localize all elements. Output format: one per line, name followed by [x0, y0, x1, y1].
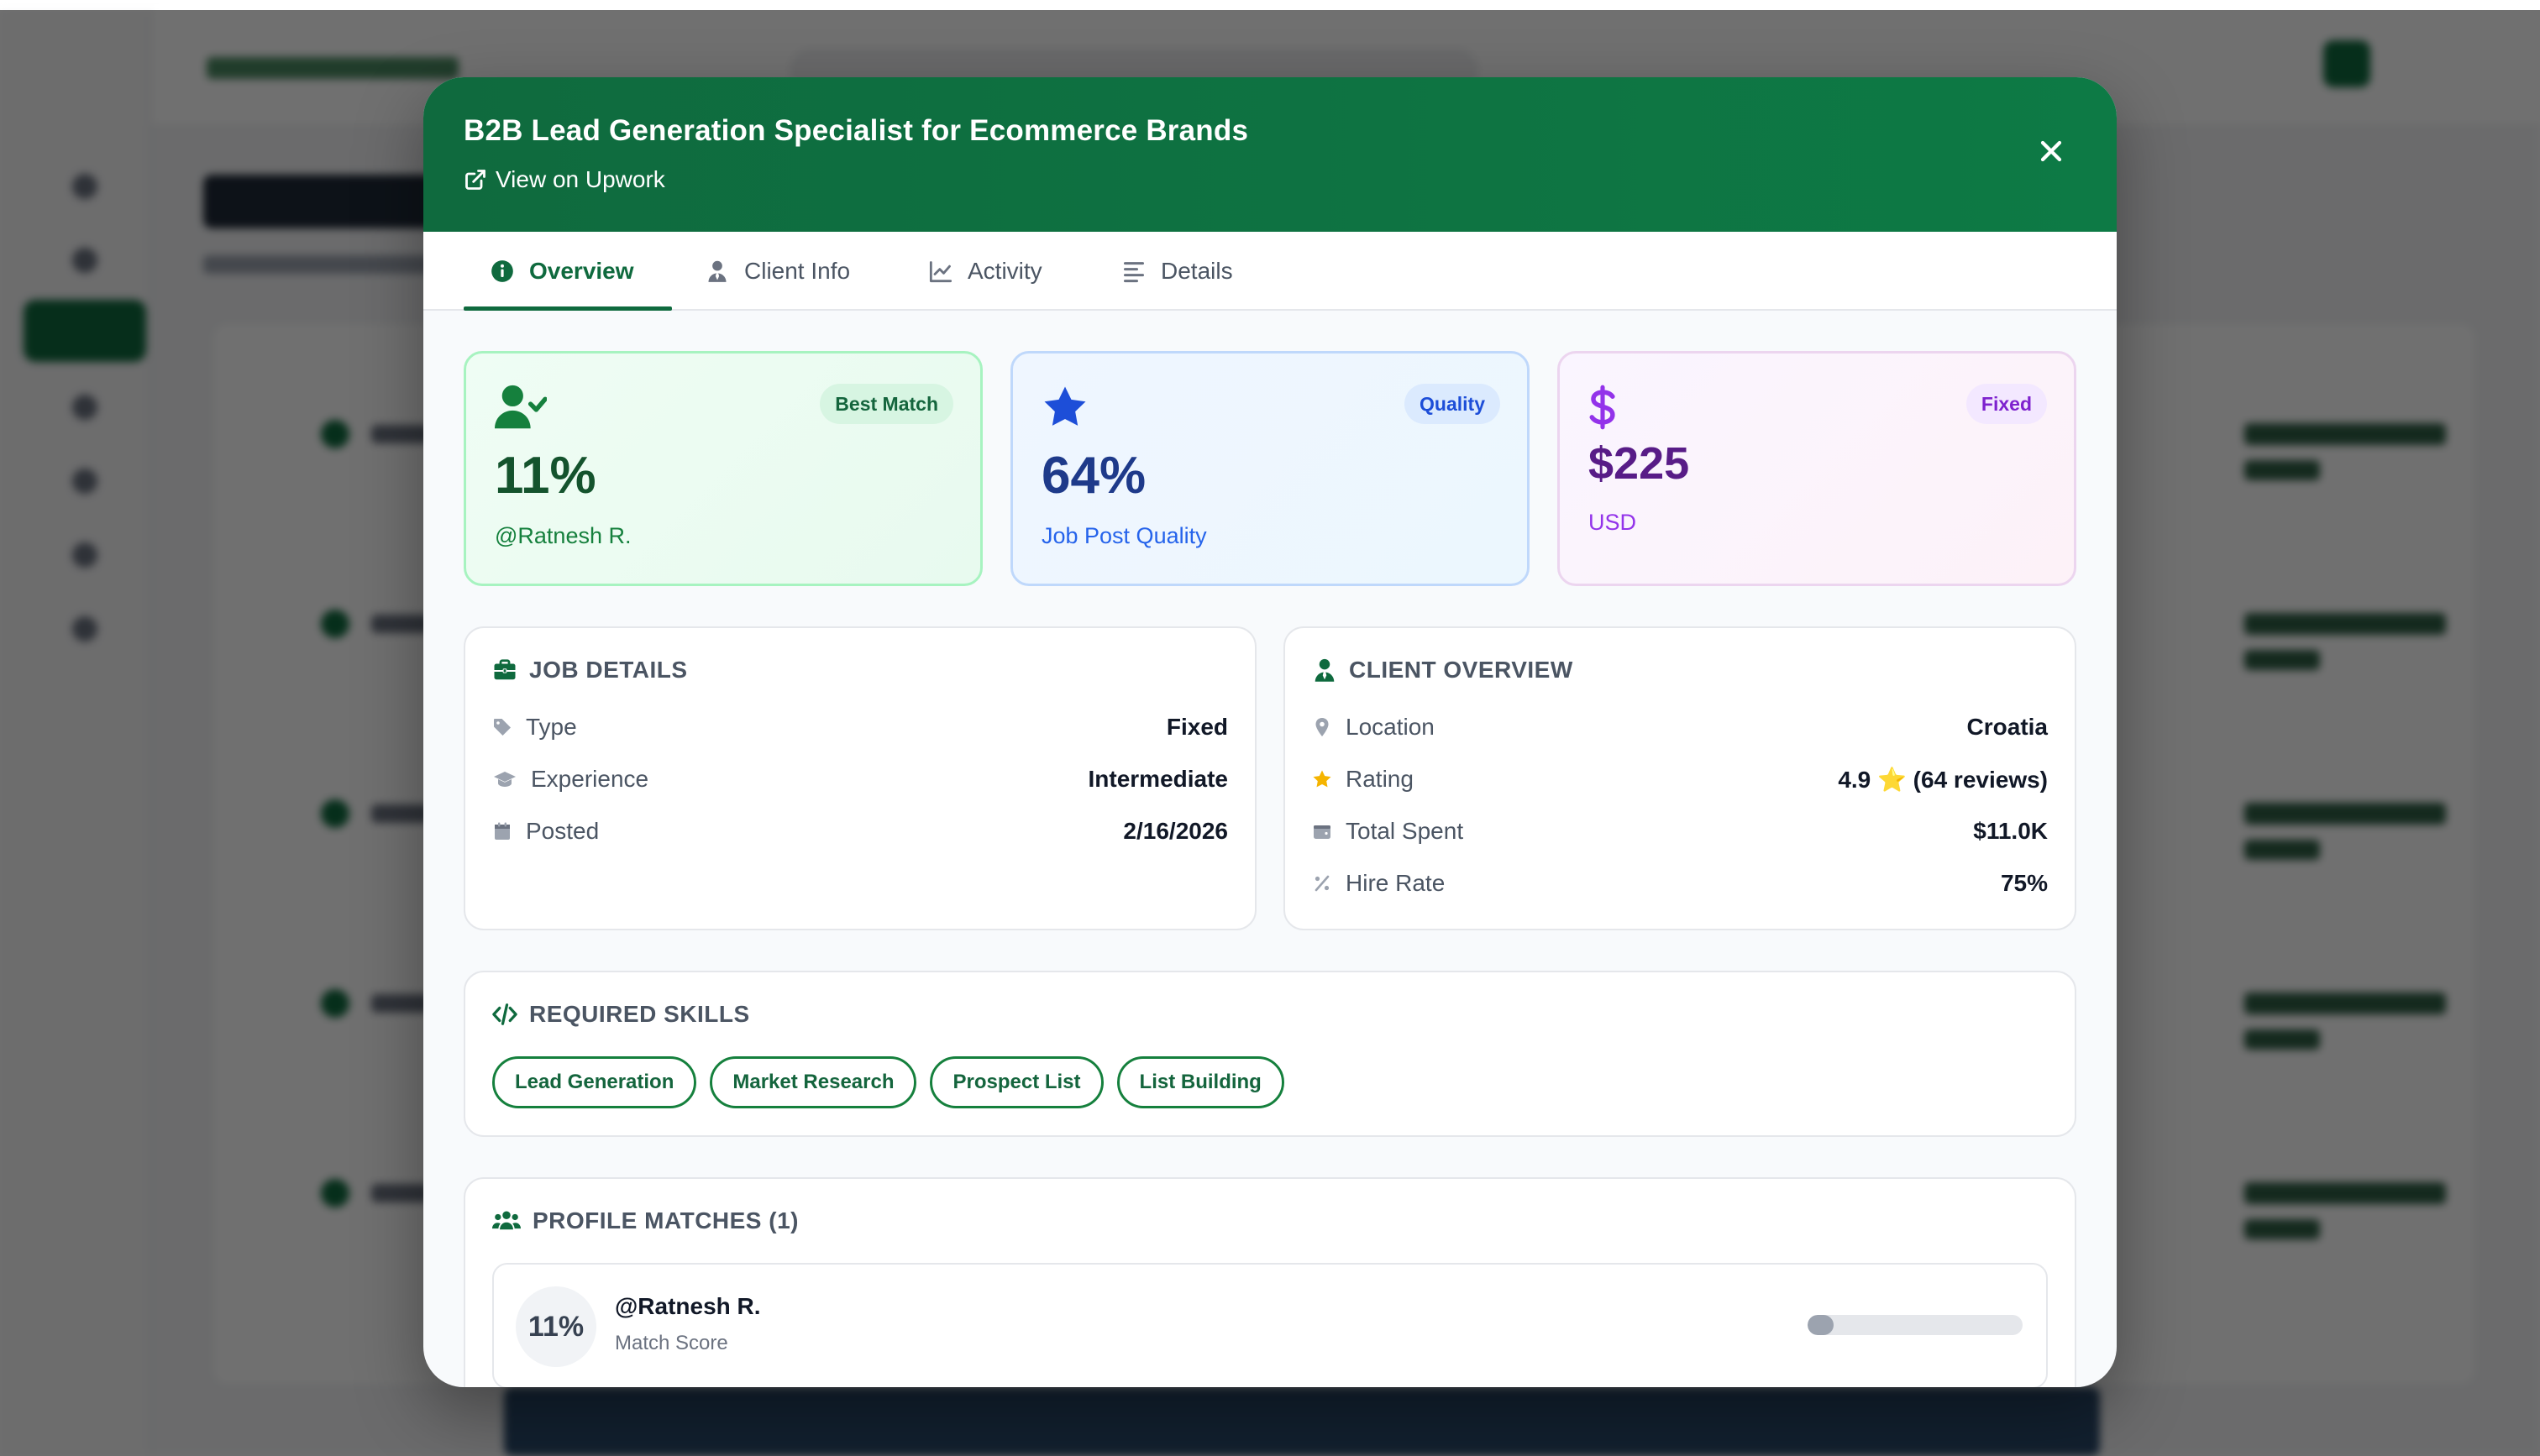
graduation-cap-icon	[494, 772, 516, 787]
match-score-progress-fill	[1808, 1315, 1834, 1335]
job-experience-value: Intermediate	[1088, 766, 1229, 792]
calendar-icon	[495, 822, 510, 840]
view-on-upwork-label: View on Upwork	[496, 166, 665, 192]
required-skills-card: REQUIRED SKILLS Lead Generation Market R…	[464, 971, 2076, 1137]
quality-card: Quality 64% Job Post Quality	[1010, 351, 1530, 586]
tab-client-info-label: Client Info	[744, 258, 851, 284]
best-match-label: @Ratnesh R.	[495, 523, 632, 548]
tab-overview[interactable]: Overview	[491, 232, 634, 311]
skill-tag[interactable]: Prospect List	[930, 1056, 1104, 1108]
job-detail-modal: B2B Lead Generation Specialist for Ecomm…	[423, 77, 2117, 1387]
skill-tag[interactable]: Lead Generation	[492, 1056, 697, 1108]
users-icon	[492, 1211, 521, 1230]
overview-panel: Best Match 11% @Ratnesh R. Quality 64% J…	[423, 311, 2117, 1387]
client-overview-card: CLIENT OVERVIEW Location Croatia Rating …	[1283, 626, 2076, 930]
skills-list: Lead Generation Market Research Prospect…	[492, 1056, 1284, 1108]
budget-currency: USD	[1588, 510, 1637, 535]
percent-icon	[1315, 875, 1330, 892]
job-details-heading: JOB DETAILS	[492, 657, 688, 683]
align-left-icon	[1123, 262, 1145, 283]
job-experience-row: Experience Intermediate	[492, 762, 1228, 796]
info-circle-icon	[491, 260, 513, 282]
tag-icon	[494, 719, 511, 736]
user-tie-icon	[1315, 658, 1335, 682]
profile-match-item[interactable]: 11% @Ratnesh R. Match Score	[492, 1263, 2048, 1387]
client-overview-heading: CLIENT OVERVIEW	[1312, 657, 1573, 683]
best-match-badge: Best Match	[820, 384, 953, 424]
client-total-spent-row: Total Spent $11.0K	[1312, 814, 2048, 848]
job-type-value: Fixed	[1166, 714, 1228, 740]
quality-label: Job Post Quality	[1042, 523, 1207, 548]
client-hire-rate-row: Hire Rate 75%	[1312, 867, 2048, 900]
line-chart-icon	[929, 261, 953, 283]
map-pin-icon	[1315, 718, 1329, 736]
client-rating-row: Rating 4.9 ⭐ (64 reviews)	[1312, 762, 2048, 796]
job-type-row: Type Fixed	[492, 710, 1228, 744]
tab-activity[interactable]: Activity	[929, 232, 1042, 311]
tab-activity-label: Activity	[968, 258, 1042, 284]
client-location-value: Croatia	[1966, 714, 2048, 740]
best-match-value: 11%	[495, 447, 596, 505]
required-skills-heading: REQUIRED SKILLS	[492, 1001, 750, 1028]
quality-value: 64%	[1042, 447, 1147, 505]
skill-tag[interactable]: List Building	[1116, 1056, 1284, 1108]
tab-bar: Overview Client Info Activity Details	[423, 232, 2117, 311]
star-icon	[1313, 770, 1331, 788]
skill-tag[interactable]: Market Research	[710, 1056, 917, 1108]
modal-header: B2B Lead Generation Specialist for Ecomm…	[423, 77, 2117, 232]
external-link-icon	[465, 170, 485, 190]
client-location-row: Location Croatia	[1312, 710, 2048, 744]
tab-details[interactable]: Details	[1122, 232, 1233, 311]
code-icon	[492, 1003, 517, 1025]
budget-card: Fixed $225 USD	[1557, 351, 2076, 586]
user-tie-icon	[708, 260, 727, 282]
job-posted-row: Posted 2/16/2026	[492, 814, 1228, 848]
close-icon	[2040, 140, 2062, 162]
job-posted-value: 2/16/2026	[1123, 818, 1228, 844]
tab-details-label: Details	[1161, 258, 1233, 284]
user-check-icon	[495, 385, 547, 429]
client-total-spent-value: $11.0K	[1973, 818, 2048, 844]
profile-name: @Ratnesh R.	[615, 1293, 761, 1319]
briefcase-icon	[494, 659, 516, 680]
match-score-progress-bar	[1808, 1315, 2023, 1335]
tab-client-info[interactable]: Client Info	[706, 232, 850, 311]
close-button[interactable]	[2024, 124, 2078, 178]
client-hire-rate-value: 75%	[2000, 870, 2048, 896]
tab-overview-label: Overview	[529, 258, 634, 284]
view-on-upwork-link[interactable]: View on Upwork	[464, 166, 665, 193]
quality-badge: Quality	[1404, 384, 1500, 424]
star-icon	[1044, 386, 1086, 426]
client-rating-value: 4.9 ⭐ (64 reviews)	[1838, 766, 2048, 793]
profile-match-subtitle: Match Score	[615, 1332, 728, 1354]
best-match-card: Best Match 11% @Ratnesh R.	[464, 351, 983, 586]
job-details-card: JOB DETAILS Type Fixed Experience Interm…	[464, 626, 1257, 930]
dollar-icon	[1589, 385, 1615, 430]
wallet-icon	[1314, 825, 1330, 839]
modal-title: B2B Lead Generation Specialist for Ecomm…	[464, 114, 1249, 147]
profile-matches-card: PROFILE MATCHES (1) 11% @Ratnesh R. Matc…	[464, 1177, 2076, 1387]
profile-matches-heading: PROFILE MATCHES (1)	[492, 1207, 799, 1234]
budget-value: $225	[1588, 438, 1690, 489]
match-score-circle: 11%	[516, 1286, 596, 1367]
fixed-badge: Fixed	[1965, 384, 2047, 424]
